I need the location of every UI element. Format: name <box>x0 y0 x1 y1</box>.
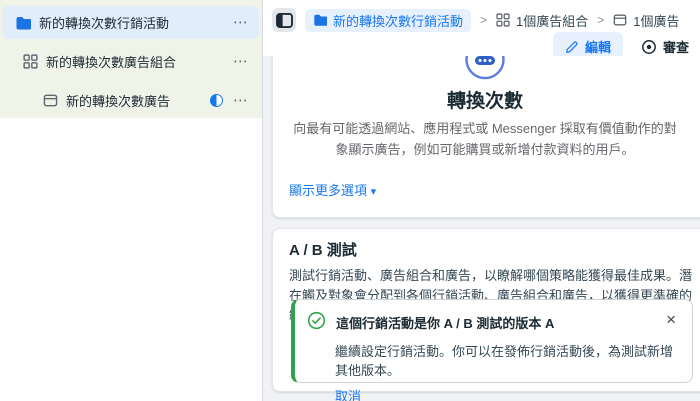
conversions-icon <box>273 56 697 80</box>
sidebar-item-adset[interactable]: 新的轉換次數廣告組合 ⋯ <box>3 45 259 78</box>
campaign-name: 新的轉換次數行銷活動 <box>39 13 169 32</box>
ab-version-alert: 這個行銷活動是你 A / B 測試的版本 A × 繼續設定行銷活動。你可以在發佈… <box>291 299 693 383</box>
show-more-options-label: 顯示更多選項 <box>289 183 367 198</box>
ab-test-card: A / B 測試 測試行銷活動、廣告組合和廣告，以瞭解哪個策略能獲得最佳成果。潛… <box>272 228 700 392</box>
close-icon[interactable]: × <box>662 311 680 328</box>
folder-icon <box>313 13 327 27</box>
main-panel: 新的轉換次數行銷活動 > 1個廣告組合 > 1個廣告 <box>262 0 700 401</box>
adset-name: 新的轉換次數廣告組合 <box>46 52 176 71</box>
review-button-label: 審查 <box>663 37 689 56</box>
cancel-link[interactable]: 取消 <box>335 386 361 401</box>
adset-grid-icon <box>496 13 510 27</box>
ad-frame-icon <box>613 13 627 27</box>
ad-frame-icon <box>43 93 58 108</box>
alert-body: 繼續設定行銷活動。你可以在發佈行銷活動後，為測試新增其他版本。 <box>335 341 680 379</box>
campaign-tree-sidebar: 新的轉換次數行銷活動 ⋯ 新的轉換次數廣告組合 ⋯ 新的轉換次數廣告 ⋯ <box>0 0 262 401</box>
eye-icon <box>641 39 657 55</box>
pencil-icon <box>565 40 579 54</box>
sidebar-item-ad[interactable]: 新的轉換次數廣告 ⋯ <box>3 84 259 117</box>
folder-icon <box>15 15 31 31</box>
show-more-options-link[interactable]: 顯示更多選項 ▾ <box>289 180 376 199</box>
sidebar-item-campaign[interactable]: 新的轉換次數行銷活動 ⋯ <box>3 6 259 39</box>
objective-title: 轉換次數 <box>273 86 697 113</box>
collapse-sidebar-button[interactable] <box>272 8 296 32</box>
breadcrumb-adset[interactable]: 1個廣告組合 <box>496 11 588 30</box>
adset-grid-icon <box>23 54 38 69</box>
more-menu-icon[interactable]: ⋯ <box>233 15 249 30</box>
objective-description: 向最有可能透過網站、應用程式或 Messenger 採取有價值動作的對象顯示廣告… <box>287 119 683 161</box>
objective-card-center: 轉換次數 向最有可能透過網站、應用程式或 Messenger 採取有價值動作的對… <box>273 56 697 161</box>
breadcrumb-separator: > <box>597 13 604 27</box>
caret-down-icon: ▾ <box>371 186 377 198</box>
check-circle-icon <box>307 311 326 330</box>
breadcrumb-separator: > <box>480 13 487 27</box>
ad-name: 新的轉換次數廣告 <box>66 91 170 110</box>
ab-test-title: A / B 測試 <box>289 239 697 260</box>
campaign-tree-panel: 新的轉換次數行銷活動 ⋯ 新的轉換次數廣告組合 ⋯ 新的轉換次數廣告 ⋯ <box>0 0 262 118</box>
panel-toggle-icon <box>276 13 293 28</box>
main-header: 新的轉換次數行銷活動 > 1個廣告組合 > 1個廣告 <box>263 0 700 56</box>
more-menu-icon[interactable]: ⋯ <box>233 54 249 69</box>
draft-progress-icon[interactable] <box>210 94 223 107</box>
scroll-content[interactable]: 轉換次數 向最有可能透過網站、應用程式或 Messenger 採取有價值動作的對… <box>264 56 700 401</box>
alert-header: 這個行銷活動是你 A / B 測試的版本 A × <box>307 311 680 332</box>
objective-card: 轉換次數 向最有可能透過網站、應用程式或 Messenger 採取有價值動作的對… <box>272 56 700 218</box>
edit-button-label: 編輯 <box>585 37 611 56</box>
breadcrumb-ad-label: 1個廣告 <box>633 11 679 30</box>
breadcrumb-campaign[interactable]: 新的轉換次數行銷活動 <box>305 9 471 32</box>
breadcrumb-campaign-label: 新的轉換次數行銷活動 <box>333 11 463 30</box>
breadcrumb-adset-label: 1個廣告組合 <box>516 11 588 30</box>
breadcrumb-ad[interactable]: 1個廣告 <box>613 11 679 30</box>
more-menu-icon[interactable]: ⋯ <box>233 93 249 108</box>
breadcrumb: 新的轉換次數行銷活動 > 1個廣告組合 > 1個廣告 <box>272 8 680 32</box>
ads-manager-window: 新的轉換次數行銷活動 ⋯ 新的轉換次數廣告組合 ⋯ 新的轉換次數廣告 ⋯ <box>0 0 700 401</box>
alert-title: 這個行銷活動是你 A / B 測試的版本 A <box>336 311 554 332</box>
